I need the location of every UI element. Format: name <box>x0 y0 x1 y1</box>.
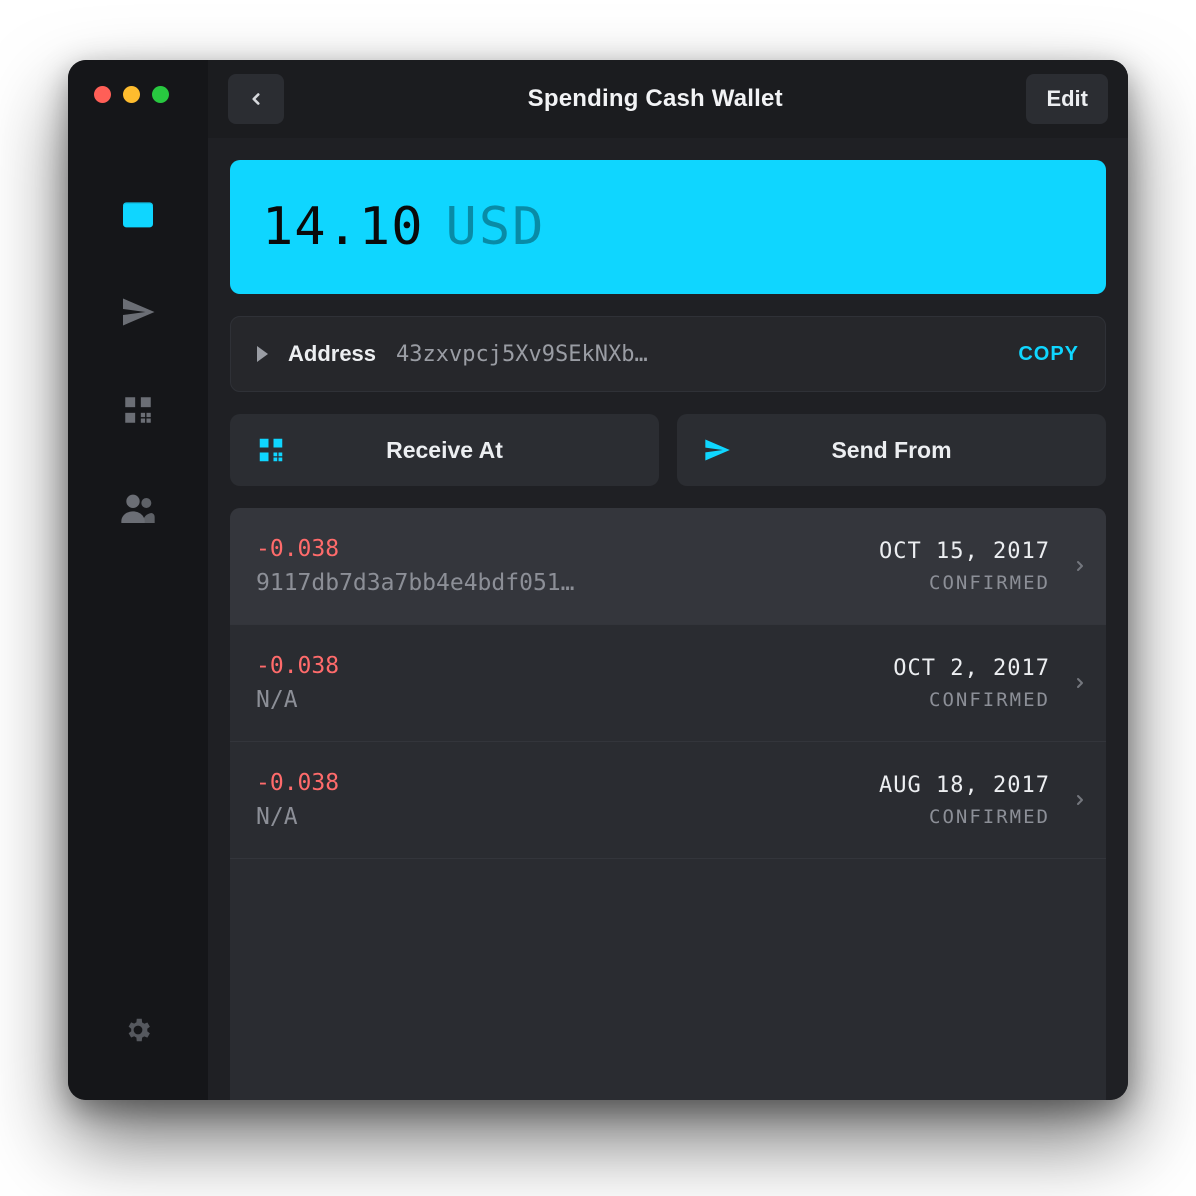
gear-icon <box>123 1015 153 1045</box>
sidebar-settings[interactable] <box>106 998 170 1062</box>
qr-small-icon <box>256 435 286 465</box>
transaction-list: -0.038 9117db7d3a7bb4e4bdf051… OCT 15, 2… <box>230 508 1106 1100</box>
transaction-date: OCT 15, 2017 <box>879 539 1050 564</box>
paper-plane-icon <box>120 294 156 330</box>
transaction-row[interactable]: -0.038 N/A AUG 18, 2017 CONFIRMED <box>230 742 1106 859</box>
transaction-date: AUG 18, 2017 <box>879 773 1050 798</box>
transaction-date: OCT 2, 2017 <box>893 656 1050 681</box>
transaction-hash: 9117db7d3a7bb4e4bdf051… <box>256 570 676 596</box>
address-card[interactable]: Address 43zxvpcj5Xv9SEkNXb… COPY <box>230 316 1106 392</box>
address-value: 43zxvpcj5Xv9SEkNXb… <box>396 342 998 367</box>
transaction-status: CONFIRMED <box>929 572 1050 594</box>
sidebar-item-qr[interactable] <box>106 366 170 454</box>
chevron-right-icon <box>1072 554 1088 578</box>
fullscreen-window-button[interactable] <box>152 86 169 103</box>
topbar: Spending Cash Wallet Edit <box>208 60 1128 138</box>
transaction-status: CONFIRMED <box>929 689 1050 711</box>
chevron-left-icon <box>247 86 265 112</box>
transaction-row[interactable]: -0.038 9117db7d3a7bb4e4bdf051… OCT 15, 2… <box>230 508 1106 625</box>
content: 14.10 USD Address 43zxvpcj5Xv9SEkNXb… CO… <box>208 138 1128 1100</box>
action-row: Receive At Send From <box>230 414 1106 486</box>
send-button-label: Send From <box>831 437 951 464</box>
edit-button[interactable]: Edit <box>1026 74 1108 124</box>
transaction-amount: -0.038 <box>256 536 863 562</box>
app-window: Spending Cash Wallet Edit 14.10 USD Addr… <box>68 60 1128 1100</box>
page-title: Spending Cash Wallet <box>298 85 1012 113</box>
wallet-icon <box>118 194 158 234</box>
transaction-status: CONFIRMED <box>929 806 1050 828</box>
balance-currency: USD <box>446 197 546 257</box>
transaction-amount: -0.038 <box>256 770 863 796</box>
balance-amount: 14.10 <box>262 197 424 257</box>
receive-button[interactable]: Receive At <box>230 414 659 486</box>
qr-icon <box>121 393 155 427</box>
sidebar-item-send[interactable] <box>106 268 170 356</box>
chevron-right-icon <box>1072 788 1088 812</box>
sidebar-item-contacts[interactable] <box>106 464 170 552</box>
copy-address-button[interactable]: COPY <box>1018 343 1079 366</box>
edit-button-label: Edit <box>1046 86 1088 112</box>
address-label: Address <box>288 341 376 367</box>
close-window-button[interactable] <box>94 86 111 103</box>
window-traffic-lights <box>94 86 169 103</box>
send-button[interactable]: Send From <box>677 414 1106 486</box>
transaction-hash: N/A <box>256 804 676 830</box>
main-panel: Spending Cash Wallet Edit 14.10 USD Addr… <box>208 60 1128 1100</box>
transaction-hash: N/A <box>256 687 676 713</box>
receive-button-label: Receive At <box>386 437 503 464</box>
paper-plane-small-icon <box>703 436 731 464</box>
contacts-icon <box>118 488 158 528</box>
transaction-row[interactable]: -0.038 N/A OCT 2, 2017 CONFIRMED <box>230 625 1106 742</box>
transaction-amount: -0.038 <box>256 653 877 679</box>
sidebar-item-wallet[interactable] <box>106 170 170 258</box>
expand-triangle-icon <box>257 346 268 362</box>
minimize-window-button[interactable] <box>123 86 140 103</box>
chevron-right-icon <box>1072 671 1088 695</box>
back-button[interactable] <box>228 74 284 124</box>
sidebar <box>68 60 208 1100</box>
balance-card: 14.10 USD <box>230 160 1106 294</box>
